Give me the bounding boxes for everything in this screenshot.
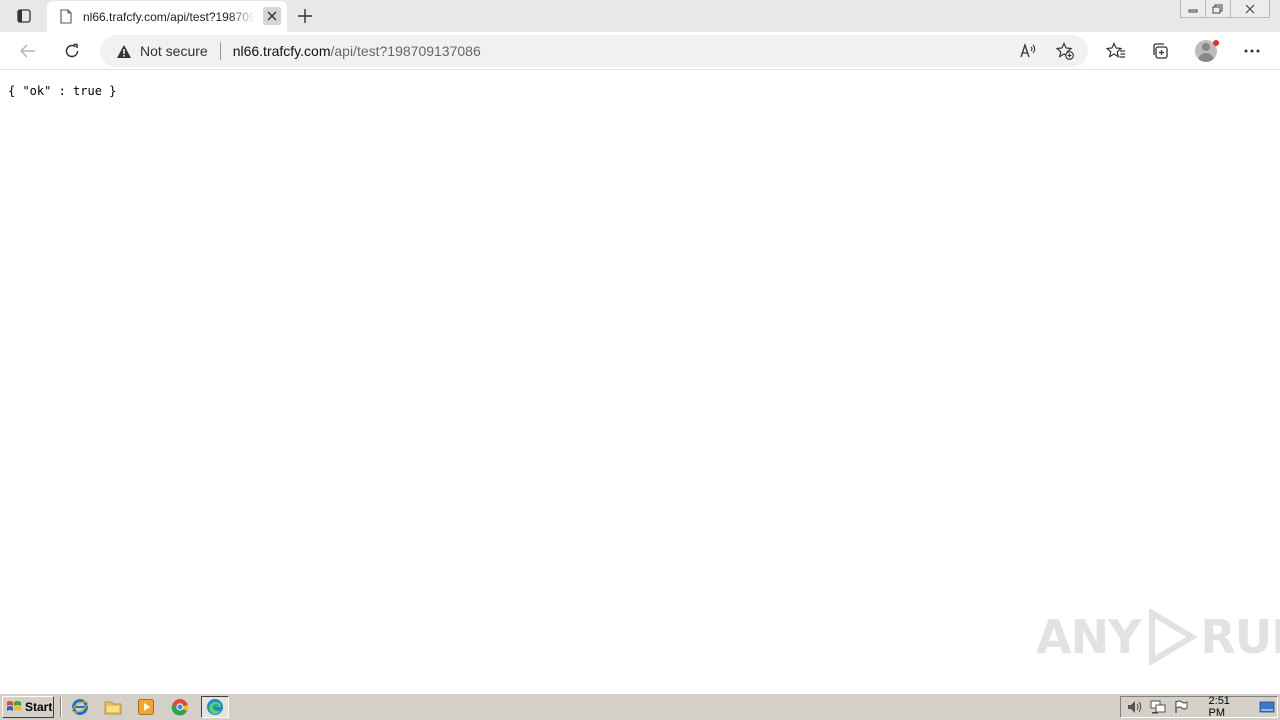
restore-button[interactable] (1205, 0, 1231, 18)
reload-button[interactable] (58, 37, 86, 65)
read-aloud-button[interactable] (1017, 39, 1041, 63)
add-favorite-button[interactable] (1053, 39, 1077, 63)
security-indicator[interactable]: Not secure (116, 43, 208, 59)
reload-icon (65, 43, 79, 58)
system-tray: 2:51 PM (1120, 695, 1278, 719)
internet-explorer-icon (71, 699, 89, 715)
profile-badge (1213, 40, 1219, 46)
chrome-icon (171, 699, 189, 716)
quicklaunch-media-player[interactable] (134, 696, 158, 718)
json-response: { "ok" : true } (8, 84, 117, 98)
browser-toolbar: Not secure nl66.trafcfy.com/api/test?198… (0, 32, 1280, 70)
media-player-icon (138, 699, 154, 715)
omnibox-divider (219, 42, 221, 60)
close-window-button[interactable] (1230, 0, 1270, 18)
star-plus-icon (1056, 42, 1074, 60)
minimize-icon (1188, 9, 1198, 12)
page-icon (59, 9, 73, 25)
volume-icon (1127, 701, 1141, 713)
close-window-icon (1245, 4, 1255, 13)
windows-flag-icon (7, 701, 21, 711)
tab-strip: nl66.trafcfy.com/api/test?198709137086 (0, 0, 1280, 32)
plus-icon (298, 9, 312, 23)
network-icon (1150, 700, 1166, 714)
more-button[interactable] (1238, 37, 1266, 65)
back-button[interactable] (14, 37, 42, 65)
warning-triangle-icon (117, 44, 131, 58)
tab-title: nl66.trafcfy.com/api/test?198709137086 (83, 9, 255, 24)
url-text[interactable]: nl66.trafcfy.com/api/test?198709137086 (233, 43, 481, 59)
read-aloud-icon (1020, 43, 1036, 58)
folder-icon (104, 701, 122, 715)
start-label: Start (25, 700, 53, 714)
play-logo-icon (1149, 609, 1199, 665)
close-icon (267, 11, 277, 21)
browser-window: nl66.trafcfy.com/api/test?198709137086 (0, 0, 1280, 692)
favorites-button[interactable] (1102, 37, 1130, 65)
taskbar: Start 2:51 PM (0, 692, 1280, 720)
favorites-icon (1106, 42, 1125, 58)
tab-actions-button[interactable] (8, 4, 40, 28)
quicklaunch-chrome[interactable] (168, 696, 192, 718)
tab-actions-icon (17, 9, 31, 23)
minimize-button[interactable] (1180, 0, 1206, 18)
arrow-left-icon (20, 44, 35, 58)
collections-icon (1153, 43, 1168, 59)
flag-icon (1175, 700, 1188, 713)
show-desktop-button[interactable] (1258, 698, 1277, 716)
url-host: nl66.trafcfy.com (232, 43, 331, 59)
clock[interactable]: 2:51 PM (1209, 695, 1248, 719)
volume-button[interactable] (1125, 698, 1144, 716)
quicklaunch-ie[interactable] (68, 696, 92, 718)
restore-icon (1212, 4, 1223, 13)
page-content: { "ok" : true } ANY RUN (0, 71, 1280, 692)
taskbar-separator (60, 697, 62, 717)
more-icon (1244, 49, 1260, 53)
window-controls (1180, 0, 1270, 20)
watermark-text-right: RUN (1200, 610, 1280, 664)
taskbar-edge-active[interactable] (201, 696, 229, 718)
new-tab-button[interactable] (294, 5, 316, 27)
quicklaunch-explorer[interactable] (101, 696, 125, 718)
watermark-text-left: ANY (1036, 610, 1141, 664)
edge-icon (207, 699, 223, 715)
profile-button[interactable] (1192, 37, 1220, 65)
tab-active[interactable]: nl66.trafcfy.com/api/test?198709137086 (47, 1, 287, 32)
security-label: Not secure (140, 43, 208, 59)
collections-button[interactable] (1146, 37, 1174, 65)
anyrun-watermark: ANY RUN (1036, 609, 1280, 665)
address-bar[interactable]: Not secure nl66.trafcfy.com/api/test?198… (100, 35, 1088, 67)
start-button[interactable]: Start (2, 696, 54, 718)
show-desktop-icon (1259, 701, 1275, 713)
url-path: /api/test?198709137086 (330, 43, 481, 59)
action-center-button[interactable] (1171, 698, 1190, 716)
tab-close-button[interactable] (263, 7, 281, 25)
network-button[interactable] (1148, 698, 1167, 716)
